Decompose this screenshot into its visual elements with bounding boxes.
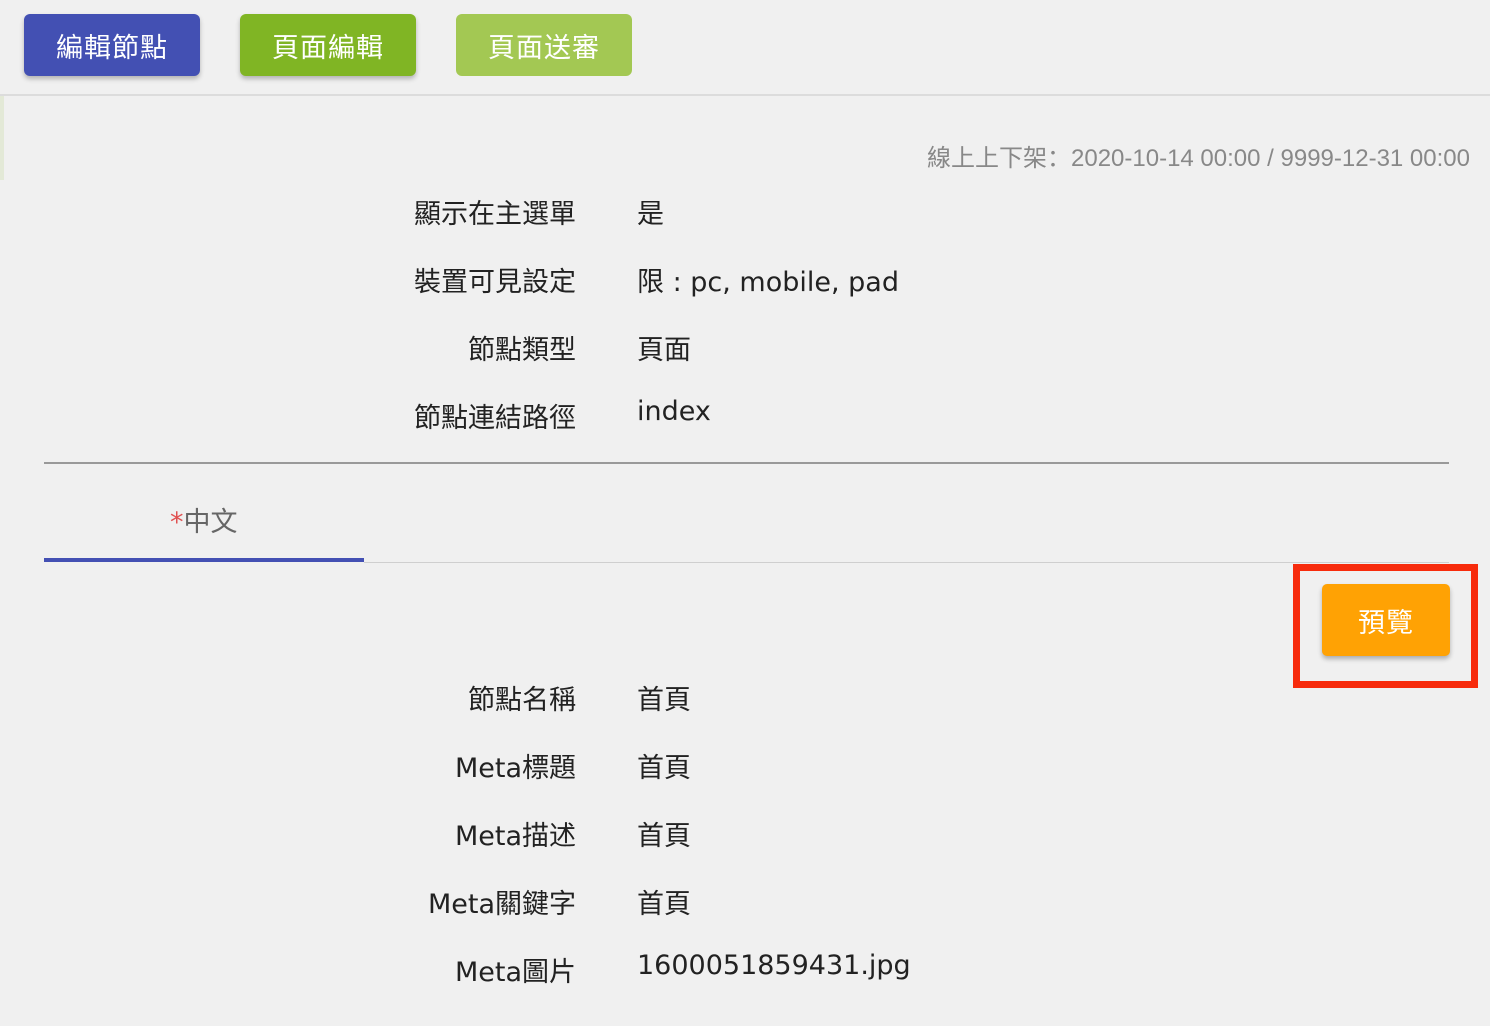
tab-chinese[interactable]: *中文: [44, 490, 364, 562]
info-label: 裝置可見設定: [414, 267, 576, 298]
required-mark: *: [170, 507, 184, 538]
info-row-node-path: 節點連結路徑 index: [0, 396, 1490, 436]
section-divider: [44, 462, 1449, 464]
meta-label: Meta標題: [454, 753, 576, 784]
meta-value: 首頁: [637, 821, 691, 852]
left-edge-strip: [0, 96, 4, 180]
edit-node-button[interactable]: 編輯節點: [24, 14, 200, 76]
tab-label-text: 中文: [183, 507, 238, 538]
meta-row-image: Meta圖片 1600051859431.jpg: [0, 950, 1490, 990]
edit-page-button[interactable]: 頁面編輯: [240, 14, 416, 76]
info-value: 頁面: [637, 335, 691, 366]
meta-value: 首頁: [637, 685, 691, 716]
info-value: 是: [637, 199, 664, 230]
action-toolbar: 編輯節點 頁面編輯 頁面送審: [0, 0, 1490, 96]
info-label: 節點類型: [468, 335, 576, 366]
meta-value: 首頁: [637, 889, 691, 920]
meta-value: 1600051859431.jpg: [637, 950, 911, 981]
info-label: 節點連結路徑: [414, 403, 576, 434]
meta-label: 節點名稱: [468, 685, 576, 716]
meta-row-node-name: 節點名稱 首頁: [0, 678, 1490, 718]
meta-row-description: Meta描述 首頁: [0, 814, 1490, 854]
meta-row-keywords: Meta關鍵字 首頁: [0, 882, 1490, 922]
info-label: 顯示在主選單: [414, 199, 576, 230]
meta-label: Meta關鍵字: [427, 889, 576, 920]
publish-schedule: 線上上下架：2020-10-14 00:00 / 9999-12-31 00:0…: [927, 145, 1470, 172]
meta-label: Meta圖片: [454, 957, 576, 988]
info-value: index: [637, 396, 711, 427]
tab-label: *中文: [170, 500, 238, 539]
preview-button[interactable]: 預覽: [1322, 584, 1450, 656]
info-value: 限 : pc, mobile, pad: [637, 267, 899, 298]
meta-label: Meta描述: [454, 821, 576, 852]
info-row-main-menu: 顯示在主選單 是: [0, 192, 1490, 232]
info-row-device-visibility: 裝置可見設定 限 : pc, mobile, pad: [0, 260, 1490, 300]
meta-value: 首頁: [637, 753, 691, 784]
submit-page-button[interactable]: 頁面送審: [456, 14, 632, 76]
info-row-node-type: 節點類型 頁面: [0, 328, 1490, 368]
meta-row-title: Meta標題 首頁: [0, 746, 1490, 786]
tab-bar-underline: [364, 562, 1449, 563]
